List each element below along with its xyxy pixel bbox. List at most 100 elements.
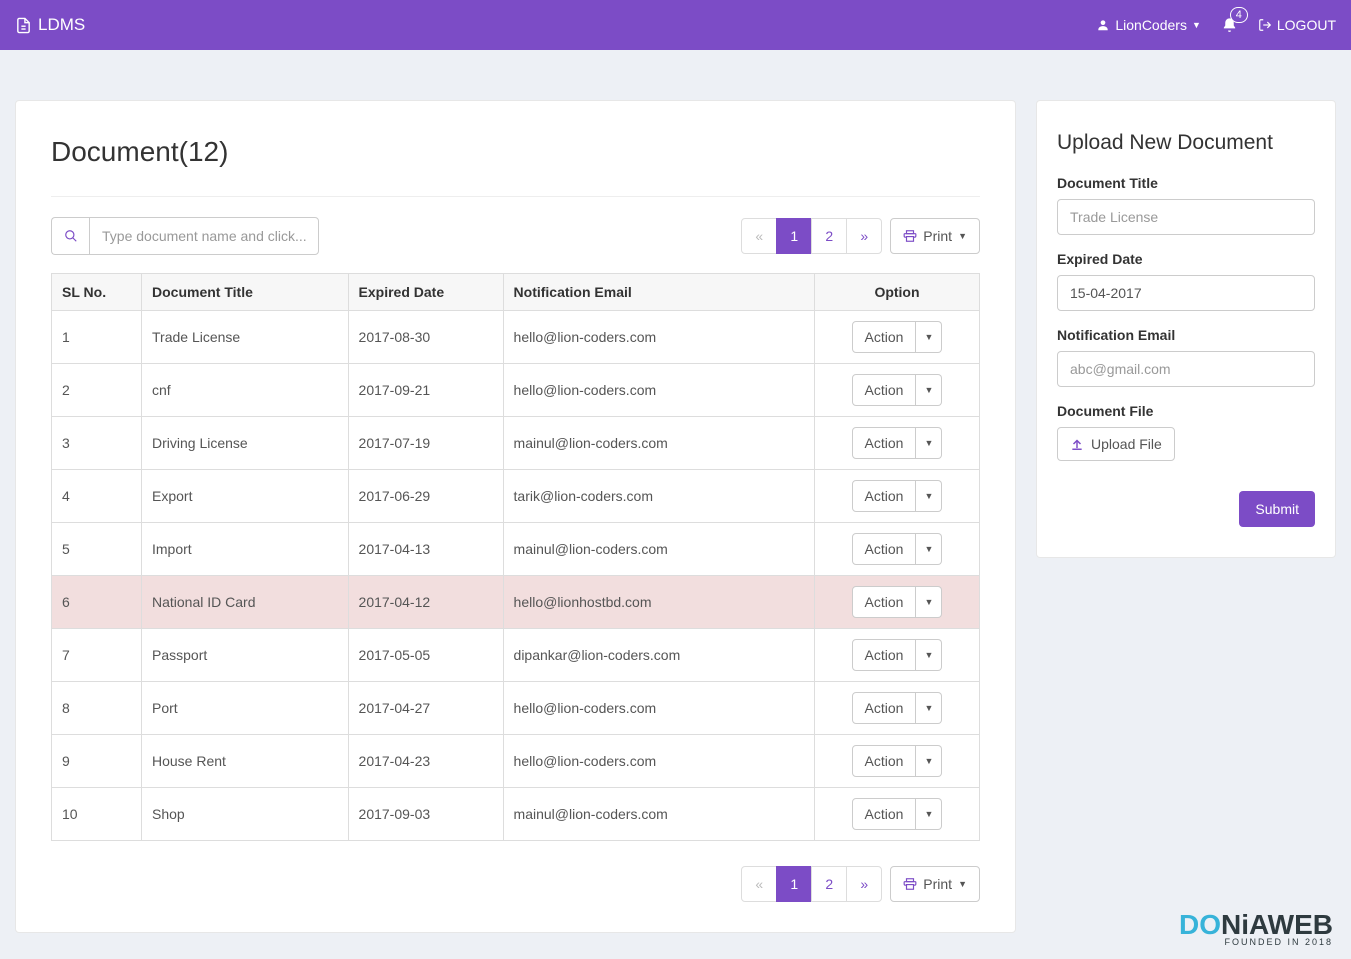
action-dropdown-toggle[interactable]: ▼ (916, 639, 942, 671)
cell-expired: 2017-04-13 (348, 523, 503, 576)
action-button[interactable]: Action (852, 533, 917, 565)
cell-expired: 2017-08-30 (348, 311, 503, 364)
documents-panel: Document(12) « 1 2 » Print ▼ (15, 100, 1016, 933)
action-dropdown-toggle[interactable]: ▼ (916, 427, 942, 459)
action-button[interactable]: Action (852, 639, 917, 671)
cell-email: hello@lion-coders.com (503, 364, 814, 417)
cell-title: Shop (142, 788, 349, 841)
notification-badge: 4 (1230, 7, 1248, 23)
page-2[interactable]: 2 (811, 218, 847, 254)
action-button[interactable]: Action (852, 798, 917, 830)
submit-button[interactable]: Submit (1239, 491, 1315, 527)
toolbar-bottom: « 1 2 » Print ▼ (51, 866, 980, 902)
print-button-bottom[interactable]: Print ▼ (890, 866, 980, 902)
caret-down-icon: ▼ (958, 231, 967, 241)
cell-title: Port (142, 682, 349, 735)
cell-expired: 2017-04-23 (348, 735, 503, 788)
search-group (51, 217, 319, 255)
action-dropdown-toggle[interactable]: ▼ (916, 480, 942, 512)
col-option: Option (815, 274, 980, 311)
expired-input[interactable] (1057, 275, 1315, 311)
action-dropdown-toggle[interactable]: ▼ (916, 692, 942, 724)
action-dropdown-toggle[interactable]: ▼ (916, 533, 942, 565)
upload-icon (1070, 437, 1084, 451)
caret-down-icon: ▼ (958, 879, 967, 889)
page-next[interactable]: » (846, 218, 882, 254)
cell-email: mainul@lion-coders.com (503, 788, 814, 841)
cell-sl: 7 (52, 629, 142, 682)
cell-email: hello@lionhostbd.com (503, 576, 814, 629)
cell-email: hello@lion-coders.com (503, 735, 814, 788)
action-button[interactable]: Action (852, 586, 917, 618)
table-row: 7Passport2017-05-05dipankar@lion-coders.… (52, 629, 980, 682)
user-menu[interactable]: LionCoders ▼ (1096, 17, 1201, 33)
upload-file-label: Upload File (1091, 436, 1162, 452)
page-1[interactable]: 1 (776, 218, 812, 254)
page-next[interactable]: » (846, 866, 882, 902)
cell-expired: 2017-04-12 (348, 576, 503, 629)
cell-expired: 2017-06-29 (348, 470, 503, 523)
col-sl: SL No. (52, 274, 142, 311)
table-row: 5Import2017-04-13mainul@lion-coders.comA… (52, 523, 980, 576)
action-button[interactable]: Action (852, 480, 917, 512)
cell-sl: 6 (52, 576, 142, 629)
cell-email: tarik@lion-coders.com (503, 470, 814, 523)
cell-option: Action▼ (815, 311, 980, 364)
cell-option: Action▼ (815, 576, 980, 629)
print-icon (903, 877, 917, 891)
table-row: 6National ID Card2017-04-12hello@lionhos… (52, 576, 980, 629)
user-icon (1096, 18, 1110, 32)
action-dropdown-toggle[interactable]: ▼ (916, 745, 942, 777)
action-dropdown-toggle[interactable]: ▼ (916, 321, 942, 353)
pagination-top: « 1 2 » (742, 218, 882, 254)
table-row: 9House Rent2017-04-23hello@lion-coders.c… (52, 735, 980, 788)
table-row: 10Shop2017-09-03mainul@lion-coders.comAc… (52, 788, 980, 841)
action-button[interactable]: Action (852, 745, 917, 777)
email-input[interactable] (1057, 351, 1315, 387)
logout-label: LOGOUT (1277, 17, 1336, 33)
cell-sl: 2 (52, 364, 142, 417)
cell-expired: 2017-05-05 (348, 629, 503, 682)
user-name: LionCoders (1115, 17, 1187, 33)
action-button[interactable]: Action (852, 321, 917, 353)
print-label: Print (923, 228, 952, 244)
upload-file-button[interactable]: Upload File (1057, 427, 1175, 461)
print-button-top[interactable]: Print ▼ (890, 218, 980, 254)
action-dropdown-toggle[interactable]: ▼ (916, 374, 942, 406)
action-dropdown-toggle[interactable]: ▼ (916, 798, 942, 830)
pagination-bottom: « 1 2 » (742, 866, 882, 902)
email-label: Notification Email (1057, 327, 1315, 343)
page-2[interactable]: 2 (811, 866, 847, 902)
doc-title-input[interactable] (1057, 199, 1315, 235)
navbar: LDMS LionCoders ▼ 4 LOGOUT (0, 0, 1351, 50)
cell-option: Action▼ (815, 417, 980, 470)
action-dropdown-toggle[interactable]: ▼ (916, 586, 942, 618)
cell-option: Action▼ (815, 364, 980, 417)
page-1[interactable]: 1 (776, 866, 812, 902)
brand[interactable]: LDMS (15, 15, 85, 35)
page-prev[interactable]: « (741, 866, 777, 902)
cell-sl: 8 (52, 682, 142, 735)
cell-expired: 2017-07-19 (348, 417, 503, 470)
cell-title: Driving License (142, 417, 349, 470)
cell-sl: 1 (52, 311, 142, 364)
notifications-button[interactable]: 4 (1221, 17, 1238, 34)
cell-sl: 4 (52, 470, 142, 523)
cell-option: Action▼ (815, 682, 980, 735)
navbar-right: LionCoders ▼ 4 LOGOUT (1096, 17, 1336, 34)
table-row: 2cnf2017-09-21hello@lion-coders.comActio… (52, 364, 980, 417)
search-button[interactable] (51, 217, 89, 255)
cell-option: Action▼ (815, 629, 980, 682)
action-button[interactable]: Action (852, 427, 917, 459)
logout-button[interactable]: LOGOUT (1258, 17, 1336, 33)
action-button[interactable]: Action (852, 692, 917, 724)
cell-sl: 9 (52, 735, 142, 788)
documents-table: SL No. Document Title Expired Date Notif… (51, 273, 980, 841)
cell-expired: 2017-09-03 (348, 788, 503, 841)
search-input[interactable] (89, 217, 319, 255)
page-prev[interactable]: « (741, 218, 777, 254)
cell-option: Action▼ (815, 470, 980, 523)
cell-title: Export (142, 470, 349, 523)
action-button[interactable]: Action (852, 374, 917, 406)
print-label: Print (923, 876, 952, 892)
